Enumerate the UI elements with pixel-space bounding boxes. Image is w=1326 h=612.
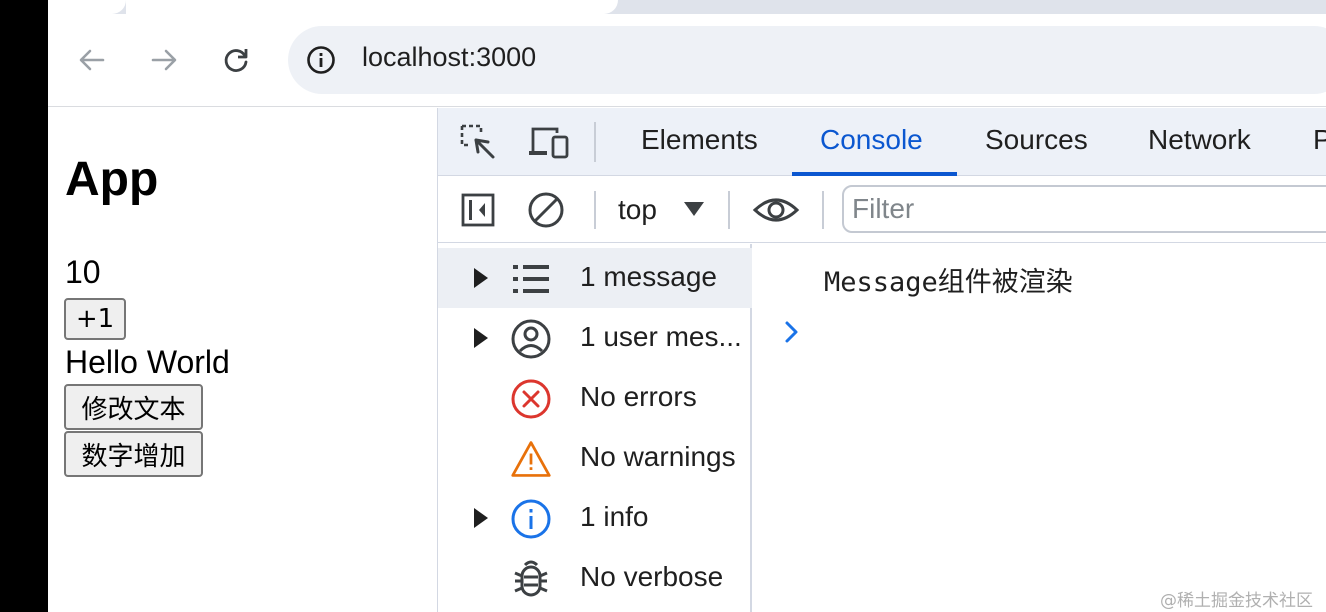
sidebar-item-label: No verbose (580, 561, 724, 592)
devtools-tabbar: Elements Console Sources Network P (438, 108, 1326, 176)
active-tab[interactable] (126, 0, 596, 14)
tab-network[interactable]: Network (1148, 124, 1251, 156)
clear-console-button[interactable] (526, 190, 566, 230)
tab-strip (48, 0, 1326, 14)
console-sidebar: 1 message 1 user mes... No errors No war… (438, 244, 752, 612)
tab-sources[interactable]: Sources (985, 124, 1088, 156)
sidebar-item-label: 1 user mes... (580, 321, 742, 352)
dropdown-arrow-icon[interactable] (684, 202, 704, 218)
sidebar-item-messages[interactable]: 1 message (438, 248, 752, 308)
page-content: App 10 +1 Hello World 修改文本 数字增加 (48, 108, 437, 612)
tab-edge-left (48, 0, 126, 14)
bug-icon (510, 558, 552, 600)
page-title: App (65, 153, 159, 206)
devtools-panel: Elements Console Sources Network P top F… (437, 108, 1326, 612)
sidebar-item-label: No warnings (580, 441, 736, 472)
add-number-button[interactable]: 数字增加 (64, 431, 203, 477)
url-text[interactable]: localhost:3000 (362, 42, 536, 73)
sidebar-item-info[interactable]: 1 info (438, 488, 752, 548)
tab-strip-right (596, 0, 1326, 14)
toolbar-separator (594, 191, 596, 229)
device-icon (529, 127, 569, 159)
toolbar-separator-3 (822, 191, 824, 229)
expand-arrow-icon[interactable] (474, 328, 488, 348)
list-icon (510, 258, 552, 300)
back-arrow-icon (79, 49, 105, 71)
info-icon (510, 498, 552, 540)
sidebar-item-verbose[interactable]: No verbose (438, 548, 752, 608)
forward-arrow-icon (151, 49, 177, 71)
address-bar[interactable]: localhost:3000 (288, 26, 1326, 94)
change-text-button[interactable]: 修改文本 (64, 384, 203, 430)
forward-button[interactable] (144, 40, 184, 80)
filter-placeholder: Filter (852, 193, 915, 224)
watermark: @稀土掘金技术社区 (1160, 591, 1313, 611)
sidebar-item-user-messages[interactable]: 1 user mes... (438, 308, 752, 368)
tab-console[interactable]: Console (820, 124, 923, 156)
message-text: Hello World (65, 344, 230, 380)
browser-chrome: localhost:3000 (48, 0, 1326, 107)
sidebar-toggle-icon (461, 193, 495, 227)
console-prompt-icon[interactable] (784, 320, 800, 344)
filter-input[interactable]: Filter (842, 185, 1326, 233)
expand-arrow-icon[interactable] (474, 508, 488, 528)
increment-button[interactable]: +1 (64, 298, 126, 340)
screen: localhost:3000 App 10 +1 Hello World 修改文… (0, 0, 1326, 612)
console-output: Message组件被渲染 (754, 244, 1326, 612)
count-value: 10 (65, 254, 101, 290)
live-expression-button[interactable] (752, 190, 800, 230)
inspect-icon (460, 124, 495, 159)
error-icon (510, 378, 552, 420)
console-log-entry[interactable]: Message组件被渲染 (824, 260, 1073, 299)
console-toolbar: top Filter (438, 177, 1326, 243)
sidebar-item-label: 1 info (580, 501, 649, 532)
left-black-strip (0, 0, 48, 612)
site-info-icon[interactable] (306, 45, 336, 75)
context-selector[interactable]: top (618, 194, 657, 226)
expand-arrow-icon[interactable] (474, 268, 488, 288)
tabbar-separator (594, 122, 596, 162)
reload-icon (224, 49, 248, 72)
toolbar-separator-2 (728, 191, 730, 229)
active-tab-indicator (792, 172, 957, 176)
sidebar-item-label: 1 message (580, 261, 717, 292)
device-toolbar-button[interactable] (526, 122, 572, 162)
reload-button[interactable] (216, 40, 256, 80)
tab-overflow-partial[interactable]: P (1313, 124, 1326, 156)
warning-icon (510, 438, 552, 480)
sidebar-item-warnings[interactable]: No warnings (438, 428, 752, 488)
sidebar-item-errors[interactable]: No errors (438, 368, 752, 428)
sidebar-toggle-button[interactable] (458, 190, 498, 230)
sidebar-item-label: No errors (580, 381, 697, 412)
user-icon (510, 318, 552, 360)
back-button[interactable] (72, 40, 112, 80)
inspect-element-button[interactable] (458, 122, 498, 162)
eye-icon (752, 198, 800, 222)
block-icon (528, 192, 564, 228)
tab-elements[interactable]: Elements (641, 124, 758, 156)
